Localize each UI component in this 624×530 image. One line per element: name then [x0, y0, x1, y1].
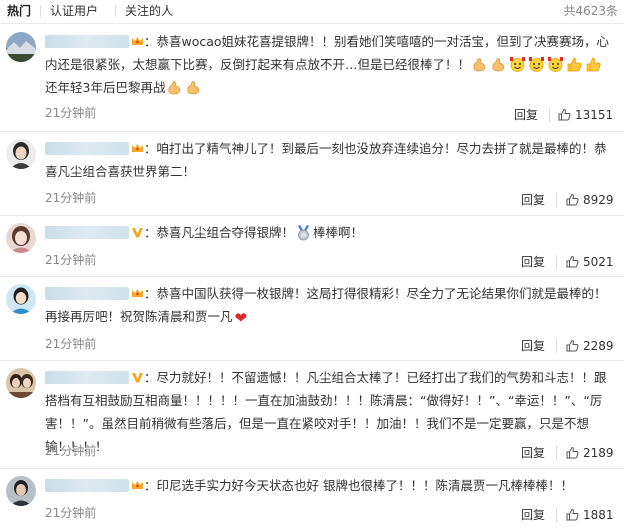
reply-button[interactable]: 回复 [521, 445, 545, 461]
like-button[interactable]: 13151 [558, 107, 613, 123]
thumbs-up-icon [558, 108, 571, 121]
username-link[interactable] [45, 35, 129, 48]
comment-body: ：咱打出了精气神儿了！到最后一刻也没放弃连续追分！尽力去拼了就是最棒的！恭喜凡尘… [45, 137, 615, 183]
thumbs-up-emoji-icon [566, 56, 583, 73]
avatar[interactable] [6, 368, 36, 398]
comment-timestamp: 21分钟前 [45, 106, 97, 120]
heart-emoji-icon: ❤ [234, 309, 248, 327]
comment-text: ：印尼选手实力好今天状态也好 银牌也很棒了！！！陈清晨贾一凡棒棒棒！！ [144, 478, 573, 493]
like-count: 5021 [583, 255, 614, 269]
like-button[interactable]: 8929 [566, 192, 614, 208]
like-button[interactable]: 2289 [566, 338, 614, 354]
comment-item: ：恭喜中国队获得一枚银牌！这局打得很精彩！尽全力了无论结果你们就是最棒的！再接再… [0, 276, 624, 361]
verified-v-icon [131, 226, 144, 239]
avatar[interactable] [6, 139, 36, 169]
comment-text: ：咱打出了精气神儿了！到最后一刻也没放弃连续追分！尽力去拼了就是最棒的！恭喜凡尘… [45, 141, 607, 179]
comment-body: ：恭喜凡尘组合夺得银牌！ 棒棒啊！ [45, 221, 615, 244]
comment-body: ：恭喜中国队获得一枚银牌！这局打得很精彩！尽全力了无论结果你们就是最棒的！再接再… [45, 282, 615, 330]
muscle-emoji-icon [185, 79, 202, 96]
comment-item: ：恭喜凡尘组合夺得银牌！ 棒棒啊！ 21分钟前 回复 5021 [0, 215, 624, 277]
like-count: 13151 [575, 108, 614, 122]
thumbs-up-icon [566, 339, 579, 352]
avatar[interactable] [6, 32, 36, 62]
action-divider [556, 339, 557, 353]
reply-button[interactable]: 回复 [521, 254, 545, 270]
comment-item: ：尽力就好！！不留遗憾！！凡尘组合太棒了！已经打出了我们的气势和斗志！！跟搭档有… [0, 360, 624, 469]
tab-divider [40, 5, 41, 17]
like-button[interactable]: 2189 [566, 445, 614, 461]
thumbs-up-icon [566, 446, 579, 459]
cheering-face-emoji-icon [547, 56, 564, 73]
cheering-face-emoji-icon [528, 56, 545, 73]
username-link[interactable] [45, 226, 129, 239]
vip-crown-icon [131, 479, 144, 492]
muscle-emoji-icon [490, 56, 507, 73]
username-link[interactable] [45, 287, 129, 300]
action-divider [556, 255, 557, 269]
comment-timestamp: 21分钟前 [45, 506, 97, 520]
vip-crown-icon [131, 142, 144, 155]
username-link[interactable] [45, 479, 129, 492]
action-divider [556, 446, 557, 460]
avatar[interactable] [6, 476, 36, 506]
tab-following[interactable]: 关注的人 [125, 3, 173, 19]
cheering-face-emoji-icon [509, 56, 526, 73]
thumbs-up-icon [566, 508, 579, 521]
username-link[interactable] [45, 371, 129, 384]
comment-text: 还年轻3年后巴黎再战 [45, 80, 166, 95]
vip-crown-icon [131, 287, 144, 300]
username-link[interactable] [45, 142, 129, 155]
comment-timestamp: 21分钟前 [45, 191, 97, 205]
reply-button[interactable]: 回复 [521, 338, 545, 354]
comment-item: ：印尼选手实力好今天状态也好 银牌也很棒了！！！陈清晨贾一凡棒棒棒！！ 21分钟… [0, 468, 624, 530]
action-divider [549, 108, 550, 122]
tab-hot[interactable]: 热门 [7, 3, 31, 19]
comment-filter-tabs: 热门 认证用户 关注的人 共4623条 [0, 0, 624, 24]
vip-crown-icon [131, 35, 144, 48]
muscle-emoji-icon [471, 56, 488, 73]
tab-divider [115, 5, 116, 17]
comment-body: ：印尼选手实力好今天状态也好 银牌也很棒了！！！陈清晨贾一凡棒棒棒！！ [45, 474, 615, 497]
comment-item: ：恭喜wocao姐妹花喜提银牌！！别看她们笑嘻嘻的一对活宝，但到了决赛赛场，心内… [0, 24, 624, 132]
avatar[interactable] [6, 284, 36, 314]
reply-button[interactable]: 回复 [514, 107, 538, 123]
tab-verified-users[interactable]: 认证用户 [50, 3, 98, 19]
like-count: 2289 [583, 339, 614, 353]
muscle-emoji-icon [166, 79, 183, 96]
like-button[interactable]: 1881 [566, 507, 614, 523]
comment-timestamp: 21分钟前 [45, 337, 97, 351]
like-count: 1881 [583, 508, 614, 522]
thumbs-up-icon [566, 255, 579, 268]
medal-emoji-icon [295, 224, 312, 241]
comment-text: ：尽力就好！！不留遗憾！！凡尘组合太棒了！已经打出了我们的气势和斗志！！跟搭档有… [45, 370, 607, 454]
comment-total-count: 共4623条 [563, 4, 618, 18]
verified-v-icon [131, 371, 144, 384]
comment-body: ：恭喜wocao姐妹花喜提银牌！！别看她们笑嘻嘻的一对活宝，但到了决赛赛场，心内… [45, 30, 615, 99]
like-button[interactable]: 5021 [566, 254, 614, 270]
comment-text: 棒棒啊！ [313, 225, 364, 240]
comment-timestamp: 21分钟前 [45, 444, 97, 458]
reply-button[interactable]: 回复 [521, 192, 545, 208]
like-count: 8929 [583, 193, 614, 207]
action-divider [556, 193, 557, 207]
thumbs-up-icon [566, 193, 579, 206]
comment-text: ：恭喜凡尘组合夺得银牌！ [144, 225, 295, 240]
like-count: 2189 [583, 446, 614, 460]
comment-text: ：恭喜中国队获得一枚银牌！这局打得很精彩！尽全力了无论结果你们就是最棒的！再接再… [45, 286, 607, 324]
avatar[interactable] [6, 223, 36, 253]
comment-timestamp: 21分钟前 [45, 253, 97, 267]
reply-button[interactable]: 回复 [521, 507, 545, 523]
comment-item: ：咱打出了精气神儿了！到最后一刻也没放弃连续追分！尽力去拼了就是最棒的！恭喜凡尘… [0, 131, 624, 216]
action-divider [556, 508, 557, 522]
thumbs-up-emoji-icon [585, 56, 602, 73]
